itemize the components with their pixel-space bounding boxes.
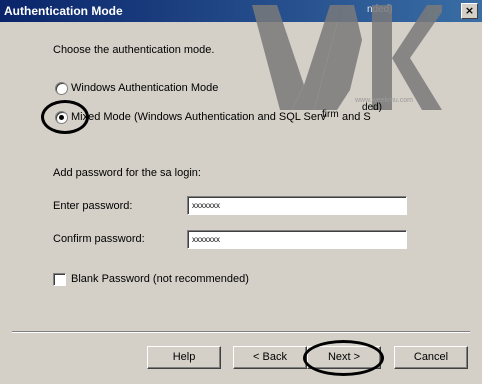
window-title: Authentication Mode — [4, 4, 123, 18]
blank-password-checkbox[interactable] — [53, 273, 66, 286]
overlay-fragment-ded: ded) — [362, 102, 383, 113]
confirm-password-field[interactable]: xxxxxxx — [187, 230, 407, 249]
mixed-mode-radio[interactable] — [55, 111, 68, 124]
footer-separator — [12, 331, 470, 333]
confirm-password-label: Confirm password: — [53, 233, 145, 245]
mixed-mode-label[interactable]: Mixed Mode (Windows Authentication and S… — [71, 111, 326, 123]
overlay-fragment-firm: firm — [322, 109, 339, 120]
cancel-button[interactable]: Cancel — [394, 346, 468, 369]
enter-password-field[interactable]: xxxxxxx — [187, 196, 407, 215]
close-icon[interactable]: × — [461, 3, 478, 19]
annotation-circle-next — [303, 340, 384, 376]
help-button[interactable]: Help — [147, 346, 221, 369]
windows-auth-label[interactable]: Windows Authentication Mode — [71, 82, 218, 94]
back-button[interactable]: < Back — [233, 346, 307, 369]
windows-auth-radio[interactable] — [55, 82, 68, 95]
blank-password-label[interactable]: Blank Password (not recommended) — [71, 273, 249, 285]
enter-password-label: Enter password: — [53, 200, 133, 212]
password-heading: Add password for the sa login: — [53, 167, 201, 179]
mode-prompt: Choose the authentication mode. — [53, 44, 215, 56]
watermark-logo — [252, 5, 442, 110]
